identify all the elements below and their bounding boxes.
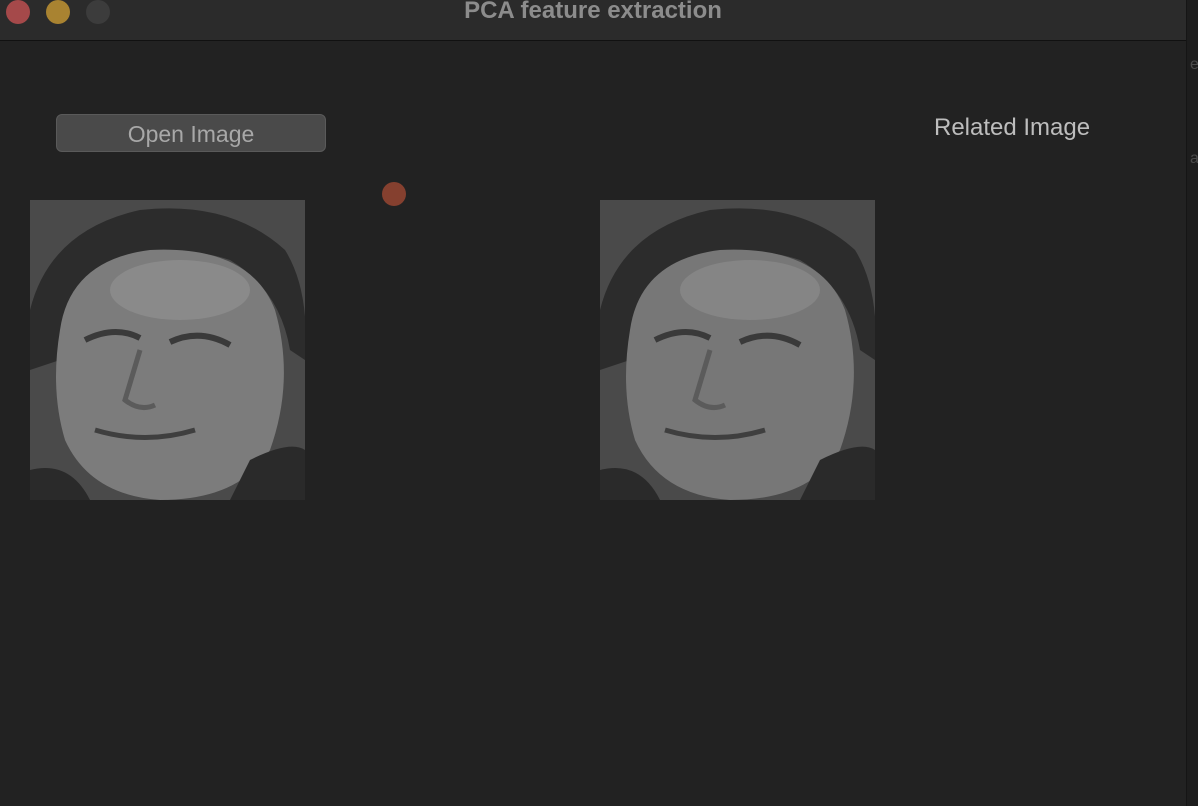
edge-text: a	[1190, 150, 1198, 168]
face-photo-icon	[600, 200, 875, 500]
window-title: PCA feature extraction	[464, 0, 722, 24]
background-window-edge: e a	[1186, 0, 1198, 806]
title-bar[interactable]: PCA feature extraction	[0, 0, 1186, 41]
related-image-label: Related Image	[934, 114, 1091, 141]
face-photo-icon	[30, 200, 305, 500]
related-face-image	[600, 200, 875, 500]
edge-text: e	[1190, 56, 1198, 74]
app-window: PCA feature extraction Open Image Relate…	[0, 0, 1186, 806]
cursor-indicator	[382, 182, 406, 206]
open-image-button[interactable]: Open Image	[56, 114, 326, 152]
input-face-image	[30, 200, 305, 500]
